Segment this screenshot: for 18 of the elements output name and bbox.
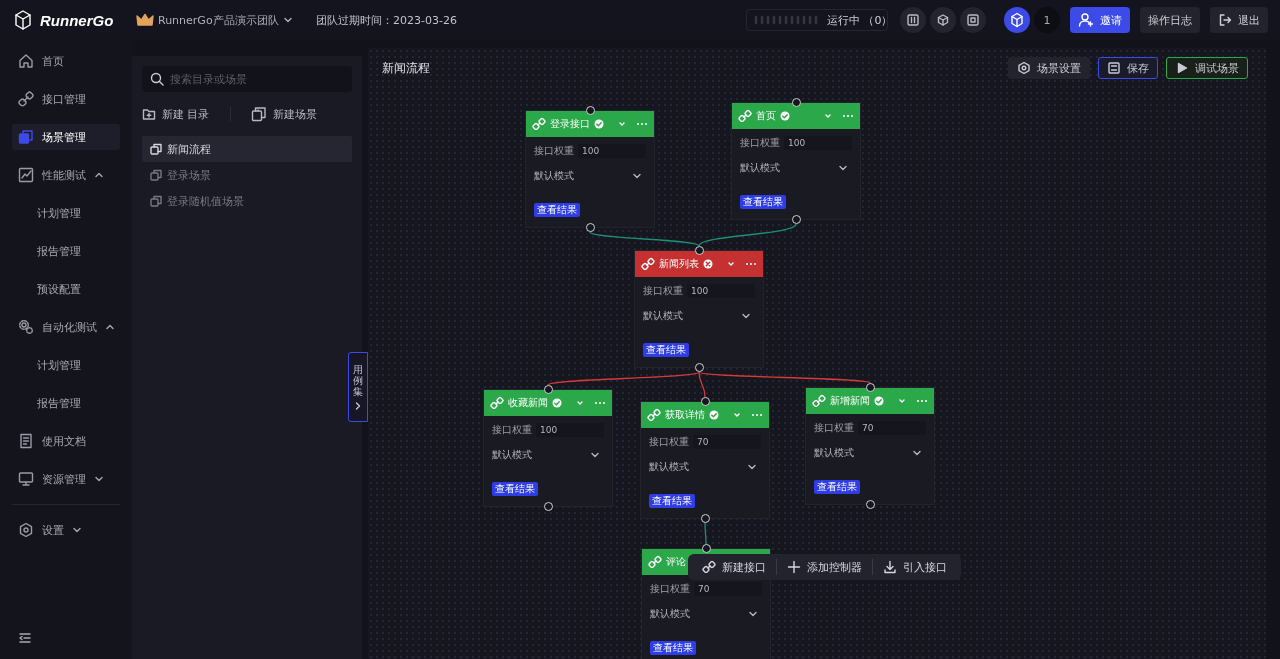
logo-text: RunnerGo bbox=[40, 11, 114, 29]
weight-label: 接口权重 bbox=[740, 136, 780, 150]
weight-label: 接口权重 bbox=[649, 435, 689, 449]
member-count: 1 bbox=[1034, 7, 1060, 33]
node-title: 首页 bbox=[756, 109, 776, 123]
weight-label: 接口权重 bbox=[814, 421, 854, 435]
scene-title: 新闻流程 bbox=[382, 59, 430, 77]
node-title: 登录接口 bbox=[550, 117, 590, 131]
node-title: 获取详情 bbox=[665, 408, 705, 422]
weight-label: 接口权重 bbox=[492, 423, 532, 437]
node-title: 收藏新闻 bbox=[508, 396, 548, 410]
weight-label: 接口权重 bbox=[643, 284, 683, 298]
node-title: 新增新闻 bbox=[830, 394, 870, 408]
expiry-date: 团队过期时间：2023-03-26 bbox=[316, 12, 457, 28]
weight-label: 接口权重 bbox=[650, 582, 690, 596]
weight-label: 接口权重 bbox=[534, 144, 574, 158]
node-title: 评论 bbox=[666, 555, 686, 569]
node-title: 新闻列表 bbox=[659, 257, 699, 271]
